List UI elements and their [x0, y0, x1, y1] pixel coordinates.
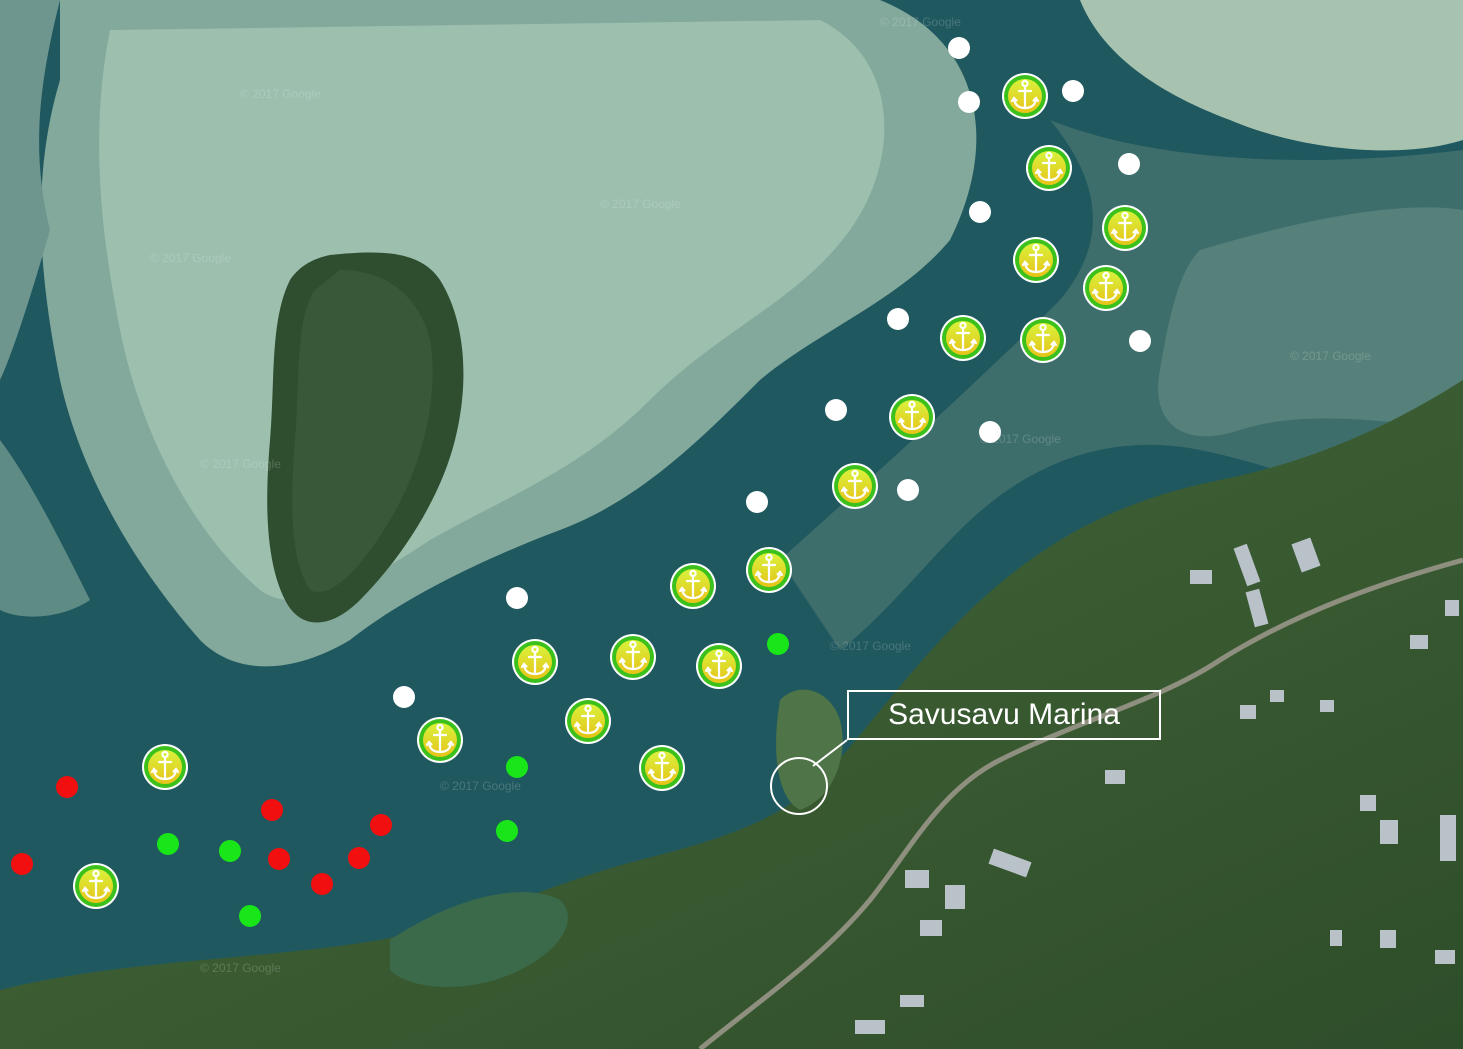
anchorage-icon[interactable]	[1019, 316, 1067, 364]
red-buoy-marker[interactable]	[268, 848, 290, 870]
anchorage-icon[interactable]	[511, 638, 559, 686]
white-buoy-marker[interactable]	[1118, 153, 1140, 175]
white-buoy-marker[interactable]	[958, 91, 980, 113]
marina-label[interactable]: Savusavu Marina	[847, 690, 1161, 740]
white-buoy-marker[interactable]	[506, 587, 528, 609]
anchorage-icon[interactable]	[638, 744, 686, 792]
anchorage-icon[interactable]	[72, 862, 120, 910]
satellite-map[interactable]: © 2017 Google © 2017 Google © 2017 Googl…	[0, 0, 1463, 1049]
anchorage-icon[interactable]	[888, 393, 936, 441]
anchorage-icon[interactable]	[564, 697, 612, 745]
anchorage-icon[interactable]	[831, 462, 879, 510]
anchorage-icon[interactable]	[939, 314, 987, 362]
green-buoy-marker[interactable]	[219, 840, 241, 862]
white-buoy-marker[interactable]	[1129, 330, 1151, 352]
anchorage-icon[interactable]	[141, 743, 189, 791]
green-buoy-marker[interactable]	[496, 820, 518, 842]
anchorage-icon[interactable]	[609, 633, 657, 681]
white-buoy-marker[interactable]	[969, 201, 991, 223]
red-buoy-marker[interactable]	[348, 847, 370, 869]
anchorage-icon[interactable]	[1025, 144, 1073, 192]
anchorage-icon[interactable]	[745, 546, 793, 594]
green-buoy-marker[interactable]	[767, 633, 789, 655]
red-buoy-marker[interactable]	[56, 776, 78, 798]
green-buoy-marker[interactable]	[239, 905, 261, 927]
anchorage-icon[interactable]	[669, 562, 717, 610]
white-buoy-marker[interactable]	[948, 37, 970, 59]
white-buoy-marker[interactable]	[1062, 80, 1084, 102]
white-buoy-marker[interactable]	[897, 479, 919, 501]
red-buoy-marker[interactable]	[311, 873, 333, 895]
anchorage-icon[interactable]	[695, 642, 743, 690]
white-buoy-marker[interactable]	[979, 421, 1001, 443]
anchorage-icon[interactable]	[1001, 72, 1049, 120]
callout-leader-line	[812, 739, 848, 767]
white-buoy-marker[interactable]	[887, 308, 909, 330]
anchorage-icon[interactable]	[416, 716, 464, 764]
red-buoy-marker[interactable]	[11, 853, 33, 875]
red-buoy-marker[interactable]	[370, 814, 392, 836]
white-buoy-marker[interactable]	[825, 399, 847, 421]
marina-location-ring[interactable]	[770, 757, 828, 815]
anchorage-icon[interactable]	[1012, 236, 1060, 284]
white-buoy-marker[interactable]	[393, 686, 415, 708]
white-buoy-marker[interactable]	[746, 491, 768, 513]
anchorage-icon[interactable]	[1101, 204, 1149, 252]
red-buoy-marker[interactable]	[261, 799, 283, 821]
green-buoy-marker[interactable]	[157, 833, 179, 855]
anchorage-icon[interactable]	[1082, 264, 1130, 312]
green-buoy-marker[interactable]	[506, 756, 528, 778]
